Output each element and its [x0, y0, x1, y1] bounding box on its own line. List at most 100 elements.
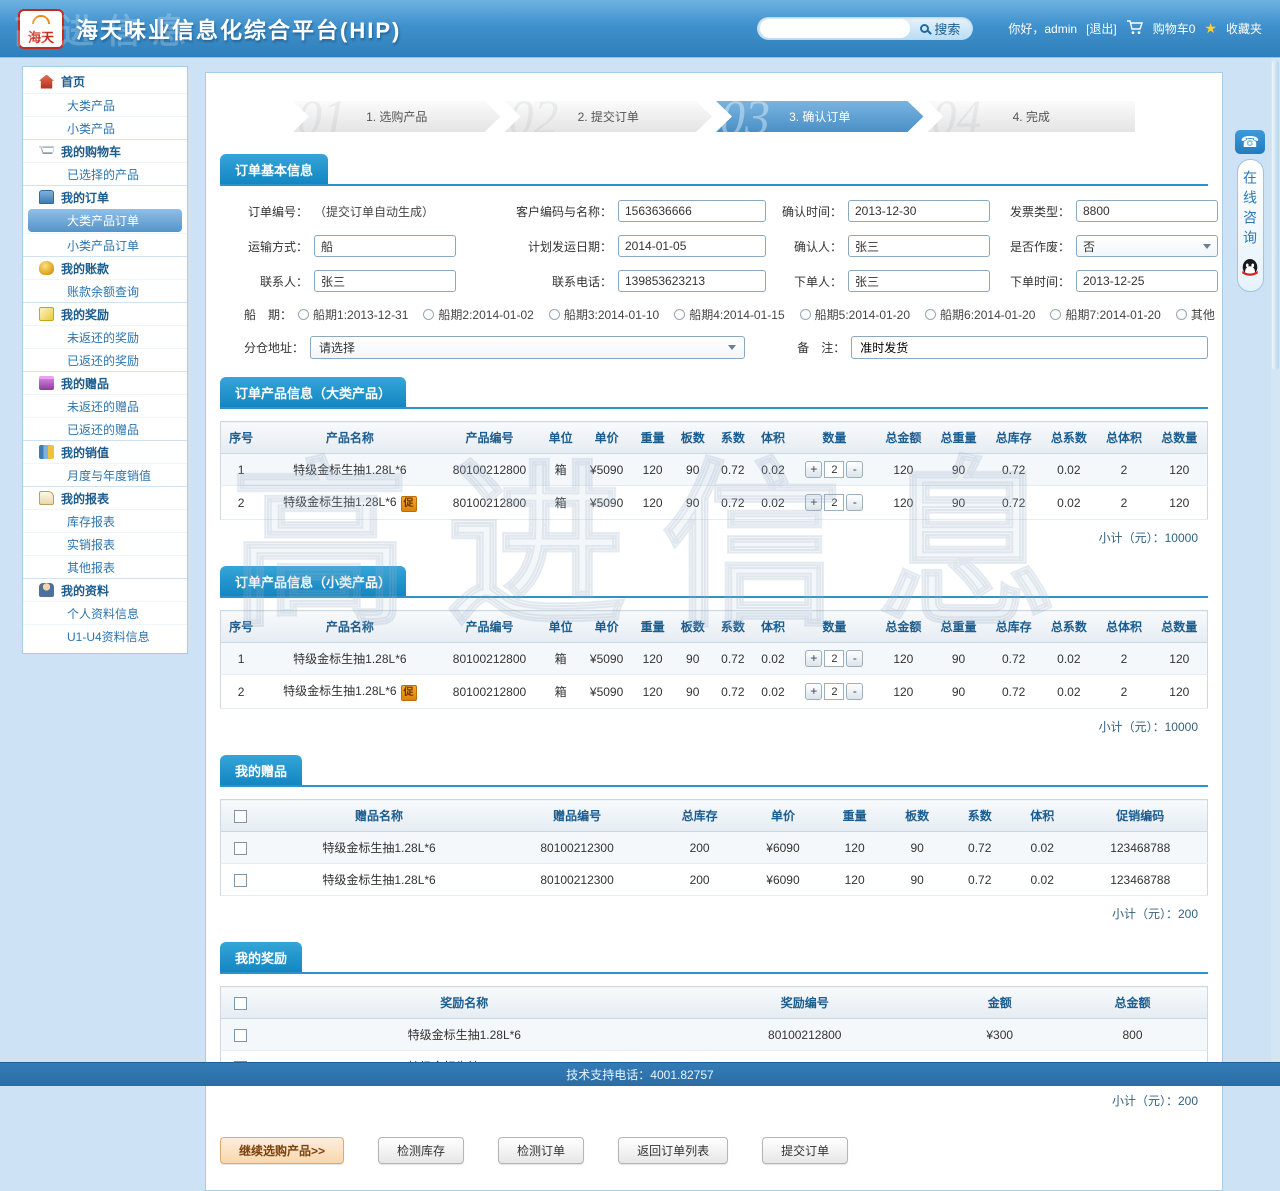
column-header: 总数量	[1152, 611, 1208, 643]
quantity-stepper[interactable]: + 2 -	[805, 650, 863, 667]
ship-date-radio[interactable]: 船期5:2014-01-20	[800, 306, 910, 323]
phone-input[interactable]	[618, 270, 766, 292]
scrollbar[interactable]	[1271, 58, 1280, 1062]
section-basic-info: 订单基本信息 订单编号： （提交订单自动生成） 客户编码与名称： 确认时间： 发…	[220, 154, 1208, 359]
table-row: 2 特级金标生抽1.28L*6促 80100212800 箱 ¥5090 120…	[221, 675, 1208, 709]
submit-order-button[interactable]: 提交订单	[762, 1137, 848, 1164]
transport-input[interactable]	[314, 235, 456, 257]
column-header: 奖励名称	[261, 987, 669, 1019]
sidebar-item[interactable]: 我的报表	[23, 486, 187, 509]
select-all-checkbox[interactable]	[234, 997, 247, 1010]
plus-button[interactable]: +	[805, 683, 822, 700]
ship-date-radio[interactable]: 船期1:2013-12-31	[298, 306, 408, 323]
contact-input[interactable]	[314, 270, 456, 292]
void-select[interactable]: 否	[1076, 235, 1218, 257]
check-order-button[interactable]: 检测订单	[498, 1137, 584, 1164]
sidebar-item[interactable]: 小类产品订单	[23, 233, 187, 256]
search-button[interactable]: 搜索	[910, 19, 970, 38]
ship-date-radio[interactable]: 船期2:2014-01-02	[423, 306, 533, 323]
sidebar-item[interactable]: 已选择的产品	[23, 162, 187, 185]
back-to-order-list-button[interactable]: 返回订单列表	[618, 1137, 728, 1164]
ship-date-radio[interactable]: 船期4:2014-01-15	[674, 306, 784, 323]
quantity-stepper[interactable]: + 2 -	[805, 461, 863, 478]
confirmer-input[interactable]	[848, 235, 990, 257]
sidebar-item[interactable]: 我的购物车	[23, 139, 187, 162]
check-stock-button[interactable]: 检测库存	[378, 1137, 464, 1164]
logout-link[interactable]: [退出]	[1086, 20, 1117, 37]
minus-button[interactable]: -	[846, 494, 863, 511]
sidebar-item[interactable]: 已返还的赠品	[23, 417, 187, 440]
sidebar-item[interactable]: 小类产品	[23, 116, 187, 139]
column-header: 总库存	[986, 611, 1041, 643]
sidebar-item[interactable]: 实销报表	[23, 532, 187, 555]
step[interactable]: 04 4. 完成	[928, 101, 1136, 132]
minus-button[interactable]: -	[846, 683, 863, 700]
quantity-stepper[interactable]: + 2 -	[805, 683, 863, 700]
sidebar-item[interactable]: 未返还的赠品	[23, 394, 187, 417]
row-checkbox[interactable]	[234, 1029, 247, 1042]
quantity-stepper[interactable]: + 2 -	[805, 494, 863, 511]
sidebar-item[interactable]: 未返还的奖励	[23, 325, 187, 348]
column-header: 体积	[753, 422, 793, 454]
ship-date-radio[interactable]: 船期7:2014-01-20	[1050, 306, 1160, 323]
section-divider	[220, 596, 1208, 598]
sidebar-item[interactable]: 月度与年度销值	[23, 463, 187, 486]
search-input[interactable]	[760, 19, 910, 38]
plus-button[interactable]: +	[805, 461, 822, 478]
sidebar-item[interactable]: 个人资料信息	[23, 601, 187, 624]
row-checkbox[interactable]	[234, 842, 247, 855]
sidebar-item[interactable]: 我的订单	[23, 185, 187, 208]
favorites-link[interactable]: 收藏夹	[1226, 20, 1262, 37]
sidebar-item[interactable]: 我的资料	[23, 578, 187, 601]
sidebar-item[interactable]: 我的赠品	[23, 371, 187, 394]
sidebar-item[interactable]: 库存报表	[23, 509, 187, 532]
invoice-type-input[interactable]	[1076, 200, 1218, 222]
sidebar-item[interactable]: 我的销值	[23, 440, 187, 463]
step[interactable]: 02 2. 提交订单	[505, 101, 713, 132]
sidebar-item[interactable]: 大类产品	[23, 93, 187, 116]
sidebar-item[interactable]: 其他报表	[23, 555, 187, 578]
plus-button[interactable]: +	[805, 494, 822, 511]
minus-button[interactable]: -	[846, 461, 863, 478]
section-title: 订单基本信息	[220, 154, 328, 184]
sidebar-item-label: 我的购物车	[61, 143, 121, 160]
plan-date-input[interactable]	[618, 235, 766, 257]
orderer-input[interactable]	[848, 270, 990, 292]
column-header: 总体积	[1096, 611, 1151, 643]
favorites-star-icon: ★	[1204, 20, 1217, 37]
row-checkbox[interactable]	[234, 874, 247, 887]
warehouse-select[interactable]: 请选择	[310, 336, 745, 359]
column-header: 总金额	[1058, 987, 1208, 1019]
customer-input[interactable]	[618, 200, 766, 222]
plus-button[interactable]: +	[805, 650, 822, 667]
sidebar-item[interactable]: 大类产品订单	[28, 209, 182, 232]
section-my-gifts: 我的赠品 赠品名称赠品编号总库存单价重量板数系数体积促销编码 特级金标生抽1.2…	[220, 755, 1208, 924]
sidebar-item[interactable]: 首页	[23, 70, 187, 93]
minus-button[interactable]: -	[846, 650, 863, 667]
continue-shopping-button[interactable]: 继续选购产品>>	[220, 1137, 344, 1164]
order-time-input[interactable]	[1076, 270, 1218, 292]
sidebar-item[interactable]: 已返还的奖励	[23, 348, 187, 371]
ship-date-radio[interactable]: 其他	[1176, 306, 1215, 323]
sidebar-item-label: 未返还的奖励	[67, 329, 139, 346]
step[interactable]: 03 3. 确认订单	[716, 101, 924, 132]
column-header: 单位	[541, 611, 581, 643]
subtotal: 小计（元）：10000	[220, 709, 1208, 737]
step[interactable]: 01 1. 选购产品	[293, 101, 501, 132]
remark-input[interactable]	[851, 336, 1208, 359]
column-header: 产品编号	[438, 611, 540, 643]
ship-date-radio[interactable]: 船期3:2014-01-10	[549, 306, 659, 323]
scrollbar-thumb[interactable]	[1272, 60, 1279, 370]
select-all-checkbox[interactable]	[234, 810, 247, 823]
cart-link[interactable]: 购物车0	[1153, 20, 1196, 37]
plan-date-label: 计划发运日期：	[496, 238, 618, 255]
row-index: 1	[221, 643, 262, 675]
confirm-time-input[interactable]	[848, 200, 990, 222]
section-title: 我的赠品	[220, 755, 302, 785]
sidebar-item[interactable]: 我的奖励	[23, 302, 187, 325]
sidebar-item[interactable]: U1-U4资料信息	[23, 624, 187, 647]
sidebar-item[interactable]: 账款余额查询	[23, 279, 187, 302]
sidebar-item[interactable]: 我的账款	[23, 256, 187, 279]
online-consult-button[interactable]: 在线咨询	[1237, 159, 1264, 292]
ship-date-radio[interactable]: 船期6:2014-01-20	[925, 306, 1035, 323]
